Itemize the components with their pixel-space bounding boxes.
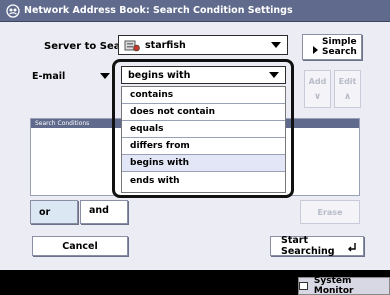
add-button[interactable]: Add ∨ [304,70,331,108]
field-select[interactable]: E-mail [28,67,114,85]
server-select[interactable]: starfish [118,35,288,55]
chevron-up-icon: ∧ [343,91,352,102]
enter-icon [348,243,356,252]
option-begins-with[interactable]: begins with [122,155,285,172]
chevron-down-icon [269,72,279,78]
add-label: Add [308,76,327,86]
option-contains[interactable]: contains [122,87,285,104]
cancel-button[interactable]: Cancel [32,236,128,256]
arrow-right-icon [313,46,318,54]
option-does-not-contain[interactable]: does not contain [122,104,285,121]
or-button[interactable]: or [30,200,78,224]
server-icon [124,40,140,52]
field-select-value: E-mail [32,70,66,82]
simple-search-line1: Simple [322,37,357,47]
condition-dropdown-list: contains does not contain equals differs… [121,86,286,193]
chevron-down-icon: ∨ [313,91,322,102]
erase-label: Erase [317,207,343,217]
server-value: starfish [145,39,186,51]
title-bar: Network Address Book: Search Condition S… [0,0,390,22]
cancel-label: Cancel [62,240,98,252]
window-title: Network Address Book: Search Condition S… [24,5,293,16]
option-ends-with[interactable]: ends with [122,172,285,189]
chevron-down-icon [100,73,110,79]
system-monitor-button[interactable]: System Monitor [298,276,390,295]
and-label: and [89,205,109,216]
and-button[interactable]: and [80,200,128,224]
start-searching-button[interactable]: Start Searching [270,235,364,257]
simple-search-line2: Search [322,47,357,57]
or-label: or [39,206,51,218]
option-differs-from[interactable]: differs from [122,138,285,155]
monitor-icon [299,282,308,290]
system-monitor-label: System Monitor [313,276,354,295]
address-book-icon [6,3,20,18]
condition-select[interactable]: begins with [121,66,286,84]
erase-button[interactable]: Erase [300,200,360,224]
edit-label: Edit [338,76,357,86]
condition-select-value: begins with [128,69,191,81]
simple-search-button[interactable]: Simple Search [302,34,362,60]
edit-button[interactable]: Edit ∧ [334,70,361,108]
option-equals[interactable]: equals [122,121,285,138]
chevron-down-icon [271,42,281,48]
